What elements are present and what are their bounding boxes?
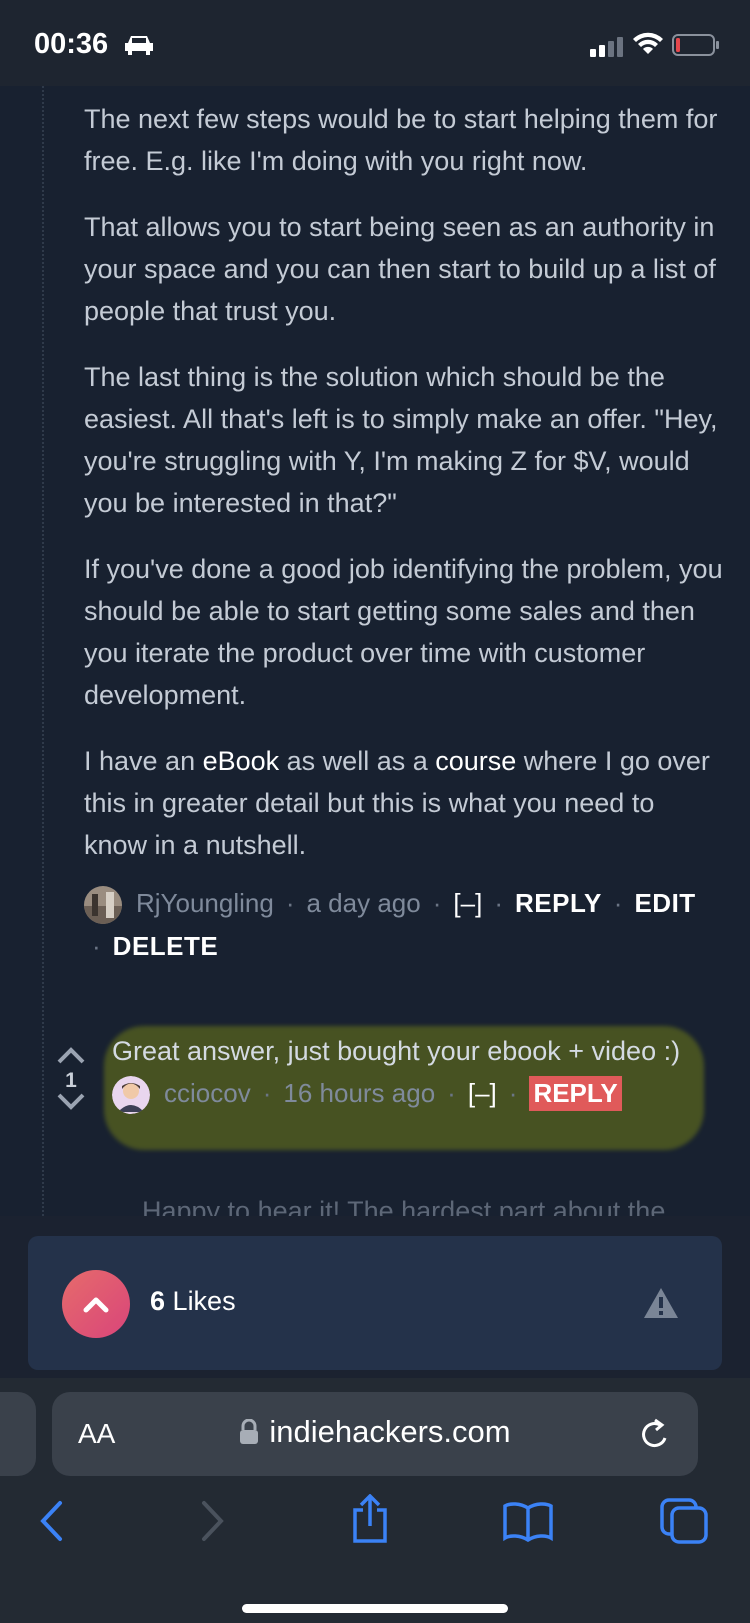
browser-chrome: AA indiehackers.com (0, 1378, 750, 1623)
status-time: 00:36 (34, 28, 109, 60)
avatar[interactable] (84, 886, 122, 924)
lock-icon (240, 1419, 259, 1444)
likes-label: Likes (172, 1286, 236, 1316)
reply-button[interactable]: REPLY (515, 888, 602, 919)
course-link[interactable]: course (435, 746, 516, 776)
comment-time[interactable]: 16 hours ago (283, 1078, 435, 1109)
comment-meta-row2: · DELETE (92, 931, 218, 962)
separator-dot: · (447, 1078, 456, 1108)
avatar[interactable] (112, 1076, 150, 1114)
likes-bar: 6 Likes (28, 1236, 722, 1370)
battery-icon (672, 34, 719, 56)
comment-paragraph: The next few steps would be to start hel… (84, 104, 718, 176)
bookmarks-icon[interactable] (502, 1500, 554, 1542)
status-bar: 00:36 (0, 0, 750, 86)
upvote-icon[interactable] (57, 1046, 85, 1064)
comment-paragraph: If you've done a good job identifying th… (84, 554, 723, 710)
separator-dot: · (432, 888, 442, 918)
url-display[interactable]: indiehackers.com (52, 1414, 698, 1450)
separator-dot: · (285, 888, 295, 918)
comment-time[interactable]: a day ago (307, 888, 421, 919)
comment-thread: The next few steps would be to start hel… (0, 86, 750, 1216)
url-text: indiehackers.com (269, 1414, 511, 1449)
collapse-button[interactable]: [–] (468, 1078, 497, 1109)
back-icon[interactable] (38, 1500, 66, 1542)
separator-dot: · (613, 888, 623, 918)
browser-toolbar (0, 1494, 750, 1560)
likes-count: 6 Likes (150, 1286, 236, 1317)
delete-button[interactable]: DELETE (113, 931, 219, 962)
author-link[interactable]: cciocov (164, 1078, 251, 1109)
home-indicator[interactable] (242, 1604, 508, 1613)
separator-dot: · (494, 888, 503, 918)
paragraph-text: I have an (84, 746, 203, 776)
tabs-icon[interactable] (660, 1498, 708, 1544)
like-button[interactable] (62, 1270, 130, 1338)
vote-control: 1 (56, 1046, 86, 1116)
edit-button[interactable]: EDIT (634, 888, 695, 919)
wifi-icon (633, 32, 663, 54)
paragraph-text: as well as a (279, 746, 436, 776)
previous-tab-edge[interactable] (0, 1392, 36, 1476)
comment-meta: RjYoungling · a day ago · [–] · REPLY · … (136, 888, 696, 919)
cellular-signal-icon (590, 37, 623, 57)
downvote-icon[interactable] (57, 1093, 85, 1111)
collapse-button[interactable]: [–] (453, 888, 482, 919)
comment-paragraph: The last thing is the solution which sho… (84, 362, 718, 518)
separator-dot: · (262, 1078, 272, 1108)
separator-dot: · (92, 931, 101, 961)
comment-paragraph: That allows you to start being seen as a… (84, 212, 716, 326)
reply-preview-text: Happy to hear it! The hardest part about… (142, 1196, 666, 1216)
thread-line (42, 86, 44, 1216)
comment-paragraph: I have an eBook as well as a course wher… (84, 740, 724, 866)
report-warning-icon[interactable] (642, 1286, 680, 1320)
comment-meta: cciocov · 16 hours ago · [–] · REPLY (164, 1076, 622, 1111)
forward-icon[interactable] (198, 1500, 226, 1542)
car-icon (125, 36, 153, 55)
vote-count: 1 (65, 1069, 77, 1092)
address-bar[interactable]: AA indiehackers.com (52, 1392, 698, 1476)
ebook-link[interactable]: eBook (203, 746, 280, 776)
separator-dot: · (508, 1078, 518, 1108)
author-link[interactable]: RjYoungling (136, 888, 274, 919)
likes-number: 6 (150, 1286, 166, 1316)
chevron-up-icon (83, 1297, 109, 1313)
share-icon[interactable] (350, 1494, 390, 1544)
reload-icon[interactable] (638, 1416, 672, 1452)
reply-button[interactable]: REPLY (529, 1076, 622, 1111)
comment-text: Great answer, just bought your ebook + v… (112, 1036, 681, 1066)
